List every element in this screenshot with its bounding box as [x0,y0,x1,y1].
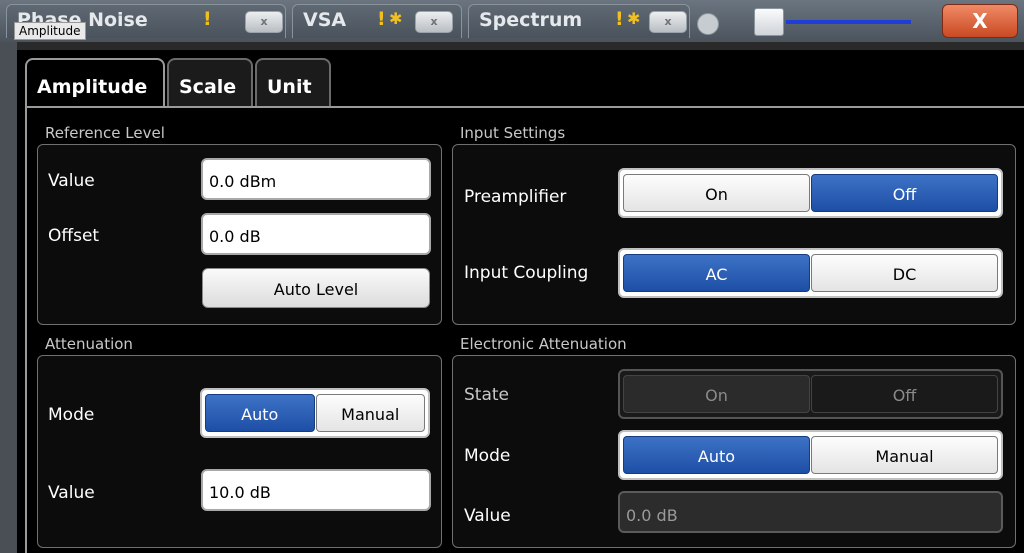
reference-value-label: Value [48,171,95,191]
channel-tab-vsa[interactable]: VSA ! ✱ x [292,4,462,38]
input-coupling-toggle[interactable]: AC DC [618,248,1003,298]
warning-icon: ! [203,8,212,30]
channel-bar: Phase Noise ! x VSA ! ✱ x Spectrum ! ✱ x… [0,0,1024,42]
close-channel-button[interactable]: x [649,11,687,33]
tab-amplitude[interactable]: Amplitude [25,58,165,106]
electronic-auto-option[interactable]: Auto [623,436,810,474]
electronic-attenuation-title: Electronic Attenuation [460,335,627,353]
input-coupling-ac-option[interactable]: AC [623,254,810,292]
electronic-attenuation-state-toggle[interactable]: On Off [618,369,1003,419]
electronic-mode-toggle[interactable]: Auto Manual [618,430,1003,480]
tab-unit[interactable]: Unit [255,58,331,106]
input-settings-title: Input Settings [460,124,566,142]
state-on-option[interactable]: On [623,375,810,413]
slider-dot-icon [697,13,719,35]
attenuation-manual-option[interactable]: Manual [315,394,425,432]
reference-offset-label: Offset [48,226,100,246]
dialog-title: Amplitude [14,22,86,40]
state-label: State [464,385,509,405]
close-channel-button[interactable]: x [245,11,283,33]
reference-value-input[interactable]: 0.0 dBm [201,158,431,200]
preamplifier-label: Preamplifier [464,187,567,207]
input-coupling-label: Input Coupling [464,263,589,283]
preamplifier-off-option[interactable]: Off [811,174,998,212]
reference-level-title: Reference Level [45,124,165,142]
star-icon: ✱ [627,9,641,28]
channel-tab-label: VSA [303,9,347,31]
slider-track[interactable] [786,20,911,24]
electronic-manual-option[interactable]: Manual [811,436,998,474]
close-window-button[interactable]: X [942,4,1018,38]
attenuation-value-input[interactable]: 10.0 dB [201,469,431,511]
auto-level-button[interactable]: Auto Level [202,268,430,308]
attenuation-mode-label: Mode [48,405,95,425]
input-coupling-dc-option[interactable]: DC [811,254,998,292]
warning-icon: ! [615,8,624,30]
channel-tab-label: Spectrum [479,9,583,31]
attenuation-title: Attenuation [45,335,133,353]
preamplifier-toggle[interactable]: On Off [618,168,1003,218]
channel-tab-spectrum[interactable]: Spectrum ! ✱ x [468,4,690,38]
star-icon: ✱ [389,9,403,28]
attenuation-value-label: Value [48,483,95,503]
attenuation-mode-toggle[interactable]: Auto Manual [200,388,430,438]
electronic-value-label: Value [464,506,511,526]
preamplifier-on-option[interactable]: On [623,174,810,212]
tab-scale[interactable]: Scale [167,58,253,106]
close-channel-button[interactable]: x [415,11,453,33]
electronic-value-input[interactable]: 0.0 dB [618,491,1003,533]
electronic-mode-label: Mode [464,446,511,466]
auto-level-label: Auto Level [273,280,359,299]
attenuation-group [37,355,442,548]
background-panel [0,42,17,553]
warning-icon: ! [377,8,386,30]
state-off-option[interactable]: Off [811,375,998,413]
reference-offset-input[interactable]: 0.0 dB [201,213,431,255]
attenuation-auto-option[interactable]: Auto [205,394,315,432]
slider-handle[interactable] [754,8,784,36]
